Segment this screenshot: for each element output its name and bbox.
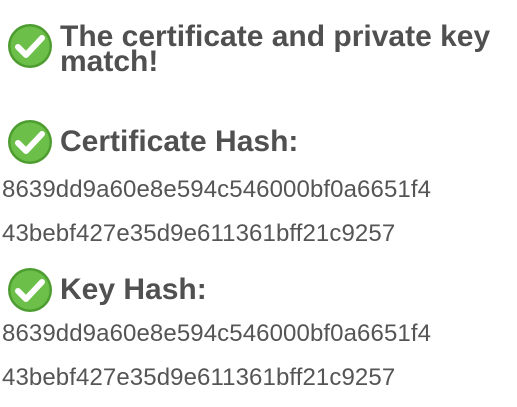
certificate-hash-section: Certificate Hash: 8639dd9a60e8e594c54600… [0,118,517,256]
match-message: The certificate and private key match! [60,20,491,78]
key-hash-line-2: 43bebf427e35d9e611361bff21c9257 [2,364,396,391]
check-circle-icon [6,118,54,166]
check-circle-icon [6,266,54,314]
key-hash-section: Key Hash: 8639dd9a60e8e594c546000bf0a665… [0,266,517,400]
key-hash-line-1: 8639dd9a60e8e594c546000bf0a6651f4 [2,320,432,347]
match-result: The certificate and private key match! [0,20,517,78]
check-circle-icon [6,22,54,70]
certificate-hash-line-2: 43bebf427e35d9e611361bff21c9257 [2,220,396,247]
key-hash-label: Key Hash: [60,273,207,306]
certificate-hash-line-1: 8639dd9a60e8e594c546000bf0a6651f4 [2,176,432,203]
certificate-hash-label: Certificate Hash: [60,125,299,158]
